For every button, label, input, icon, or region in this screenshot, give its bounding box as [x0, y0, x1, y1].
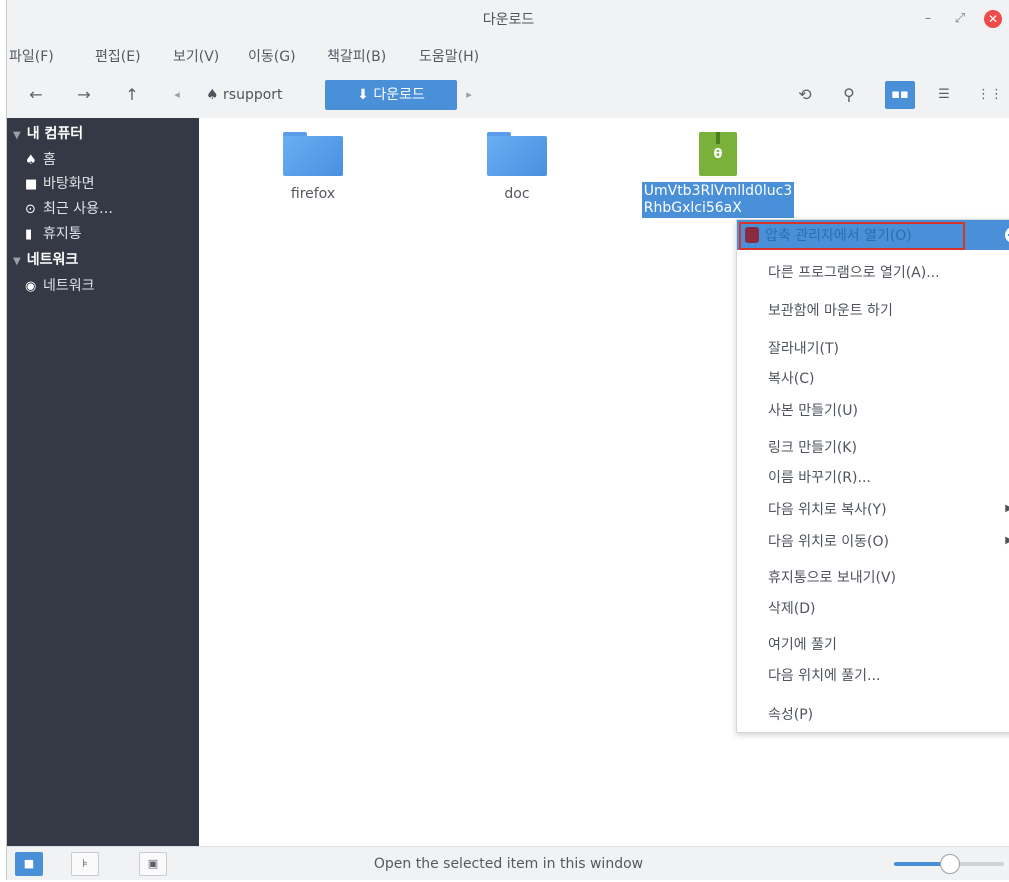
file-label: doc: [504, 186, 530, 202]
menu-bar: 파일(F) 편집(E) 보기(V) 이동(G) 책갈피(B) 도움말(H): [7, 38, 1009, 72]
sidebar-section-my-computer[interactable]: ▼ 내 컴퓨터: [13, 123, 83, 143]
sidebar-section-network[interactable]: ▼ 네트워크: [13, 249, 78, 269]
toggle-location-icon[interactable]: ⟲: [791, 81, 819, 109]
file-item-firefox[interactable]: firefox: [263, 132, 363, 202]
sidebar-item-recent[interactable]: ⊙ 최근 사용…: [25, 198, 113, 218]
recent-icon: ⊙: [25, 202, 36, 217]
breadcrumb-home-label: rsupport: [223, 87, 283, 103]
maximize-icon[interactable]: ⤢: [951, 10, 969, 28]
back-arrow-icon[interactable]: ←: [23, 81, 49, 109]
zip-archive-icon: θ: [699, 132, 737, 176]
icon-view-button[interactable]: ▪▪: [885, 81, 915, 109]
menu-edit[interactable]: 편집(E): [95, 46, 141, 66]
menu-item-open-with[interactable]: 다른 프로그램으로 열기(A)...: [768, 262, 940, 282]
list-view-button[interactable]: ⋮⋮: [975, 81, 1005, 109]
status-text: Open the selected item in this window: [373, 856, 644, 872]
title-bar: 다운로드 – ⤢ ✕: [7, 0, 1009, 38]
menu-view[interactable]: 보기(V): [173, 46, 219, 66]
download-icon: ⬇: [357, 87, 369, 103]
sidebar-item-desktop[interactable]: ■ 바탕화면: [25, 173, 95, 193]
window-title: 다운로드: [482, 12, 535, 28]
status-bar: ■ ⊧ ▣ Open the selected item in this win…: [7, 846, 1009, 880]
crumb-right-icon[interactable]: ▸: [459, 81, 479, 109]
menu-item-properties[interactable]: 속성(P): [768, 704, 813, 724]
menu-bookmarks[interactable]: 책갈피(B): [327, 46, 386, 66]
menu-item-copy-to[interactable]: 다음 위치로 복사(Y): [768, 499, 887, 519]
compact-view-button[interactable]: ☰: [929, 81, 959, 109]
menu-item-rename[interactable]: 이름 바꾸기(R)...: [768, 467, 871, 487]
up-arrow-icon[interactable]: ↑: [119, 81, 145, 109]
submenu-arrow-icon: ▶: [1005, 503, 1009, 514]
menu-item-copy[interactable]: 복사(C): [768, 368, 814, 388]
sidebar-item-network[interactable]: ◉ 네트워크: [25, 275, 95, 295]
sidebar-item-trash[interactable]: ▮ 휴지통: [25, 223, 82, 243]
menu-item-duplicate[interactable]: 사본 만들기(U): [768, 400, 858, 420]
file-item-doc[interactable]: doc: [467, 132, 567, 202]
menu-item-extract-here[interactable]: 여기에 풀기: [768, 634, 837, 654]
submenu-arrow-icon: ▶: [1005, 535, 1009, 546]
menu-item-mount-archive[interactable]: 보관함에 마운트 하기: [768, 300, 893, 320]
file-label-selected: UmVtb3RlVmlld0luc3 RhbGxlci56aX: [641, 182, 795, 218]
expander-icon: ▼: [13, 130, 21, 141]
file-item-archive-selected[interactable]: θ UmVtb3RlVmlld0luc3 RhbGxlci56aX: [623, 132, 813, 218]
network-icon: ◉: [25, 279, 37, 294]
menu-item-move-to[interactable]: 다음 위치로 이동(O): [768, 531, 889, 551]
file-manager-window: 다운로드 – ⤢ ✕ 파일(F) 편집(E) 보기(V) 이동(G) 책갈피(B…: [6, 0, 1009, 880]
breadcrumb-current[interactable]: ⬇ 다운로드: [325, 80, 457, 110]
breadcrumb-current-label: 다운로드: [373, 87, 425, 103]
menu-item-delete[interactable]: 삭제(D): [768, 598, 815, 618]
zoom-slider-handle[interactable]: [940, 854, 960, 874]
folder-icon: [487, 132, 547, 176]
minus-icon: [1005, 227, 1009, 243]
desktop-icon: ■: [25, 177, 38, 192]
menu-item-move-to-trash[interactable]: 휴지통으로 보내기(V): [768, 567, 896, 587]
menu-item-open-archive-manager[interactable]: 압축 관리자에서 열기(O): [739, 222, 965, 250]
expander-icon: ▼: [13, 256, 21, 267]
toolbar: ← → ↑ ◂ ♠ rsupport ⬇ 다운로드 ▸ ⟲ ⚲ ▪▪ ☰ ⋮⋮: [7, 72, 1009, 119]
menu-item-extract-to[interactable]: 다음 위치에 풀기...: [768, 665, 880, 685]
minimize-icon[interactable]: –: [919, 10, 937, 28]
trash-icon: ▮: [25, 227, 33, 242]
zoom-slider[interactable]: [894, 854, 1004, 874]
crumb-left-icon[interactable]: ◂: [167, 81, 187, 109]
archive-manager-icon: [745, 227, 759, 243]
context-menu: 압축 관리자에서 열기(O) 다른 프로그램으로 열기(A)... 보관함에 마…: [736, 219, 1009, 733]
menu-go[interactable]: 이동(G): [248, 46, 296, 66]
home-icon: ♠: [206, 87, 219, 103]
menu-file[interactable]: 파일(F): [9, 46, 54, 66]
forward-arrow-icon[interactable]: →: [71, 81, 97, 109]
menu-item-make-link[interactable]: 링크 만들기(K): [768, 437, 857, 457]
sidebar-item-home[interactable]: ♠ 홈: [25, 149, 56, 169]
home-icon: ♠: [25, 153, 37, 168]
breadcrumb-home[interactable]: ♠ rsupport: [206, 80, 283, 110]
menu-item-cut[interactable]: 잘라내기(T): [768, 338, 839, 358]
close-icon[interactable]: ✕: [984, 10, 1002, 28]
search-icon[interactable]: ⚲: [835, 81, 863, 109]
sidebar: ▼ 내 컴퓨터 ♠ 홈 ■ 바탕화면 ⊙ 최근 사용… ▮ 휴지통 ▼ 네트워크 ◉ 네트워크: [7, 118, 199, 846]
menu-help[interactable]: 도움말(H): [419, 46, 479, 66]
file-label: firefox: [290, 186, 336, 202]
folder-icon: [283, 132, 343, 176]
